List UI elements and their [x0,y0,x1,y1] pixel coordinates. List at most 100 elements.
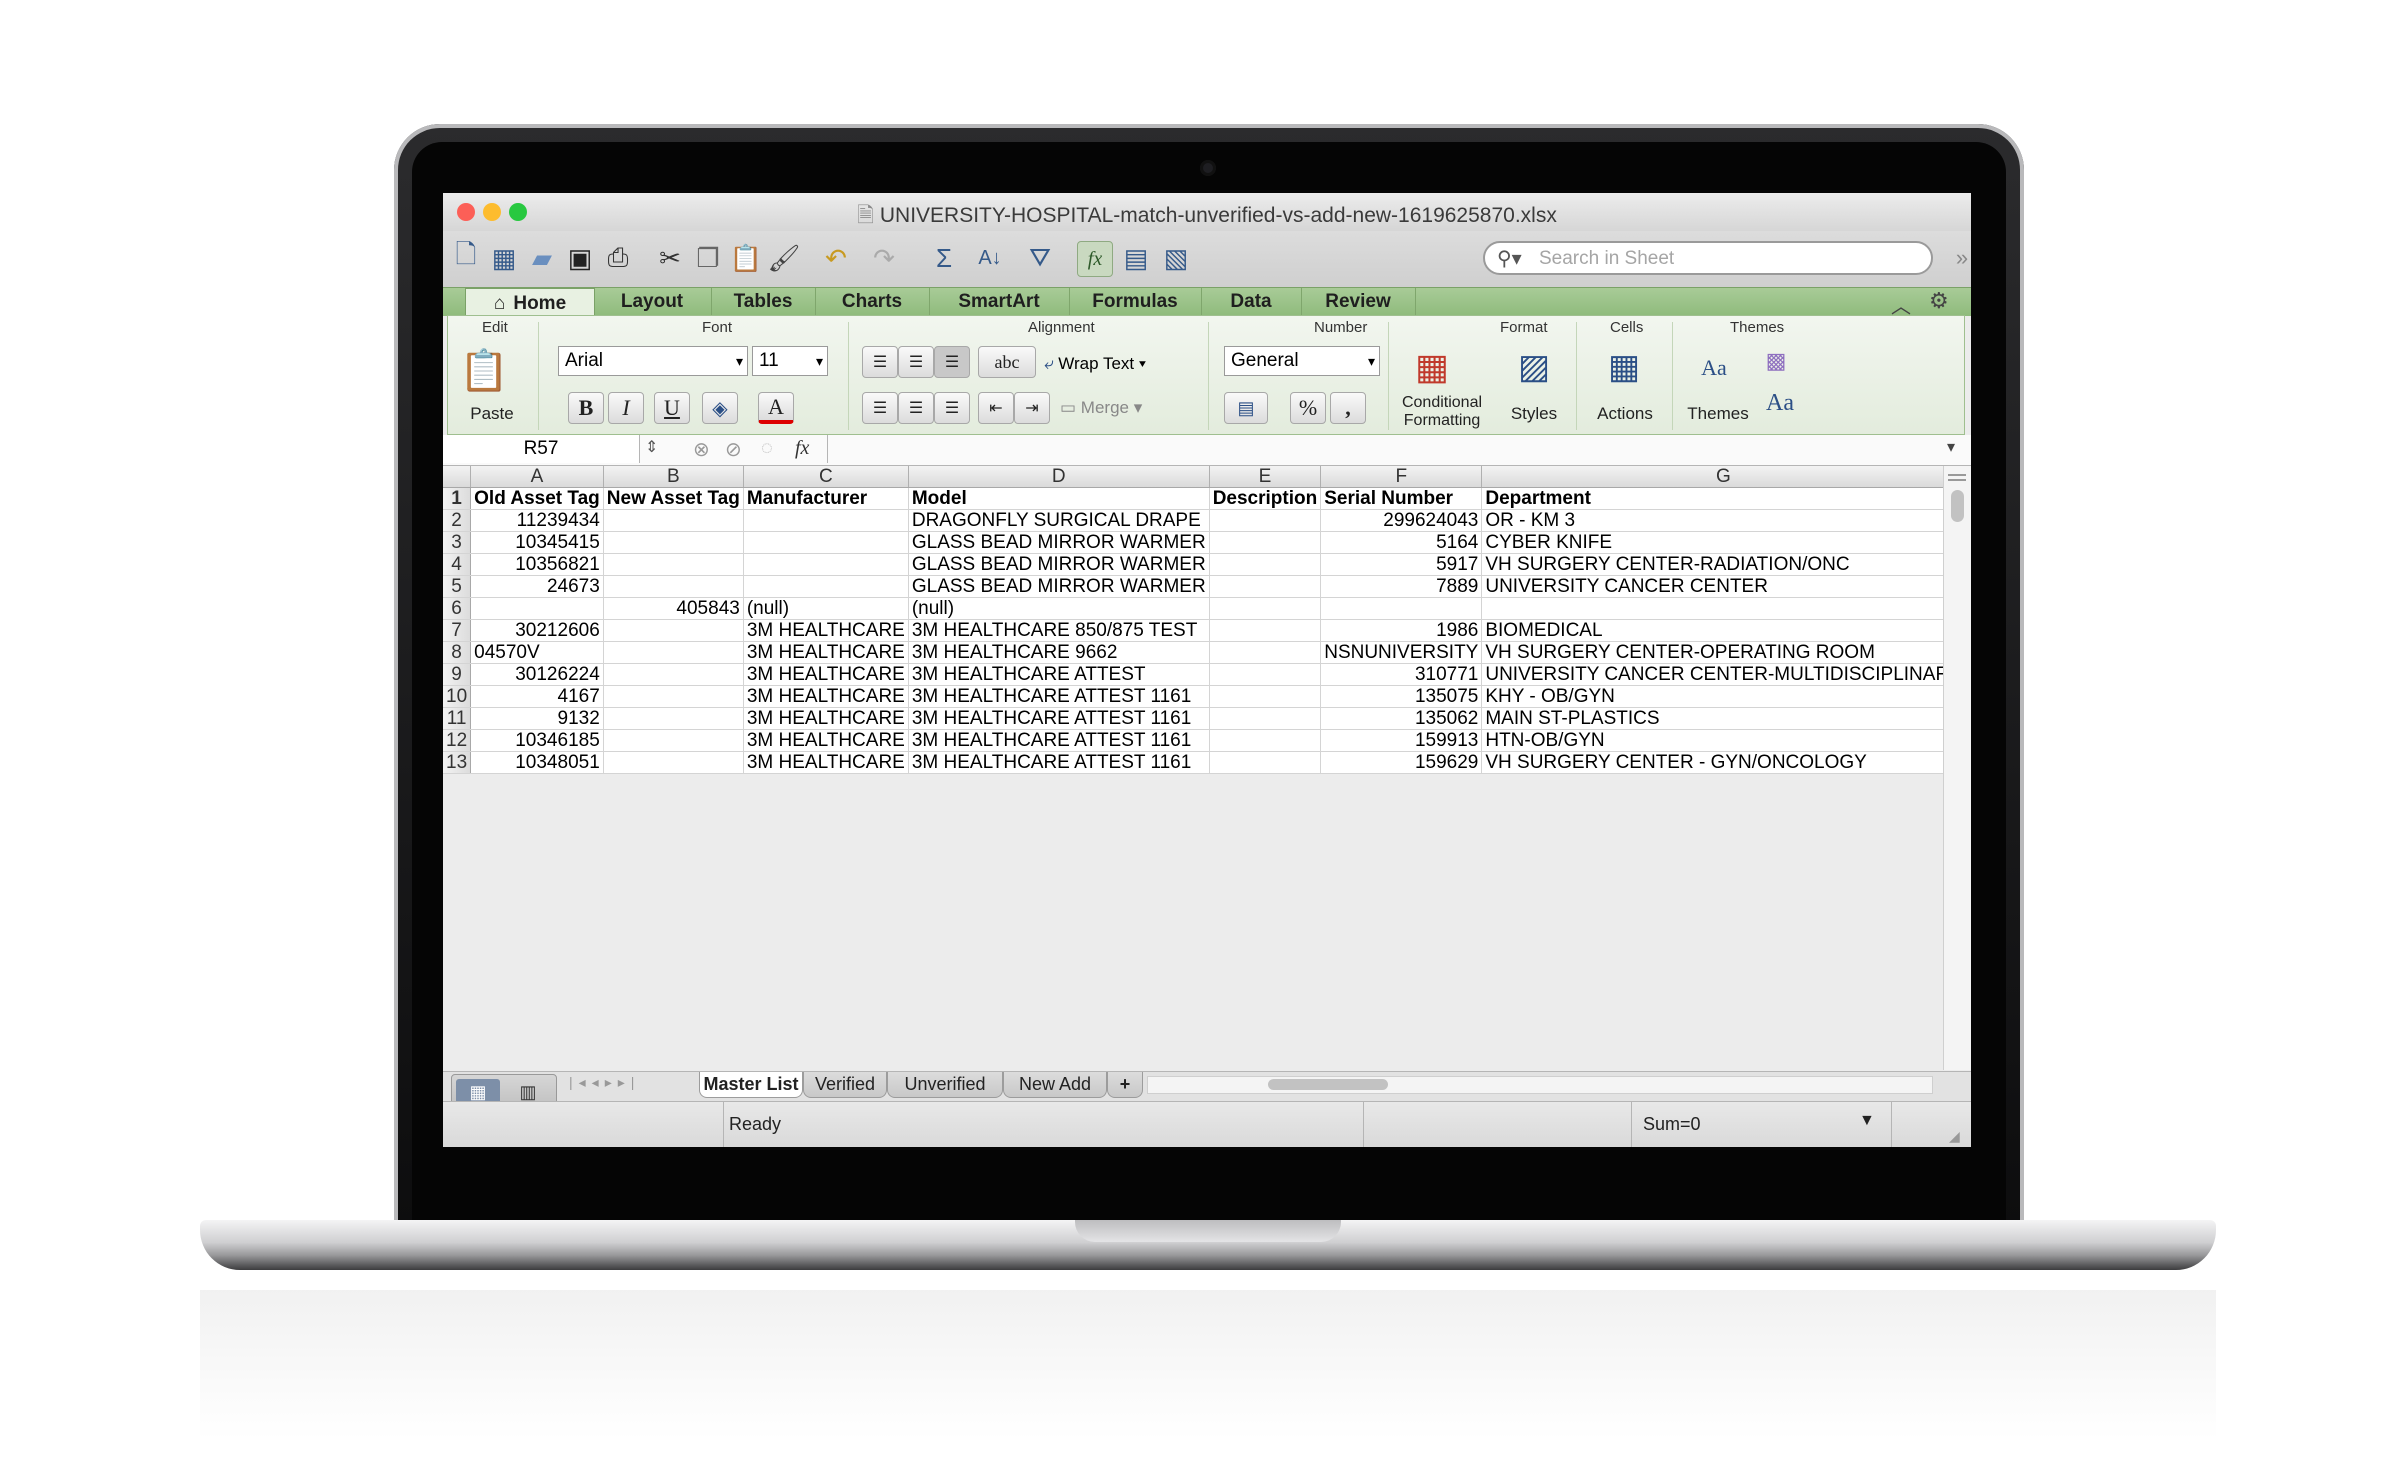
fx-icon[interactable]: fx [795,437,809,460]
cell[interactable]: VH SURGERY CENTER - GYN/ONCOLOGY [1481,751,1943,774]
cell[interactable] [1209,751,1322,774]
cell[interactable] [603,773,744,774]
cell[interactable] [1209,685,1322,708]
tab-data[interactable]: Data [1201,288,1302,316]
worksheet-table[interactable]: ABCDEFGHIJKA 1Old Asset TagNew Asset Tag… [443,466,1943,774]
cell[interactable] [1481,597,1943,620]
column-header[interactable]: B [603,466,744,488]
cell[interactable]: OR - KM 3 [1481,509,1943,532]
cell[interactable]: HTN-OB/GYN [1481,729,1943,752]
cell[interactable]: 135075 [1320,685,1483,708]
cell[interactable]: (null) [743,597,909,620]
undo-icon[interactable]: ↶ [819,241,853,275]
decrease-indent-button[interactable]: ⇤ [978,392,1014,424]
toolbox-icon[interactable]: ▧ [1159,241,1193,275]
print-icon[interactable]: ⎙ [601,241,635,275]
cell[interactable]: 3M HEALTHCARE ATTEST 1161 [908,707,1210,730]
row-header[interactable]: 14 [443,773,472,774]
tab-smartart[interactable]: SmartArt [929,288,1070,316]
cell[interactable] [1209,663,1322,686]
align-center-button[interactable]: ☰ [898,392,934,424]
cell[interactable]: 3M HEALTHCARE ATTEST 1161 [908,751,1210,774]
chevron-down-icon[interactable]: ▼ [1859,1112,1875,1130]
cell[interactable]: 3M HEALTHCARE ATTEST 1161 [908,773,1210,774]
cell[interactable]: 10356821 [470,553,604,576]
cell[interactable] [603,619,744,642]
sheet-nav-arrows-icon[interactable]: |◂◂▸▸| [569,1074,640,1091]
cell[interactable]: KHY - OB/GYN [1481,685,1943,708]
enter-icon[interactable]: ⊘ [725,437,742,462]
cell[interactable] [603,509,744,532]
font-size-select[interactable]: 11 ▾ [752,346,828,376]
cell[interactable] [1209,729,1322,752]
vertical-scrollbar[interactable] [1943,466,1971,1070]
cell[interactable]: 3M HEALTHCARE [743,729,909,752]
wrap-text-button[interactable]: ⤶ Wrap Text ▾ [1044,354,1146,374]
cell[interactable] [603,729,744,752]
cell[interactable] [603,553,744,576]
align-left-button[interactable]: ☰ [862,392,898,424]
cell[interactable]: 159629 [1320,751,1483,774]
cell[interactable]: Serial Number [1320,487,1483,510]
cell[interactable]: VH SURGERY CENTER-OPERATING ROOM [1481,641,1943,664]
autosum-icon[interactable]: Σ [927,241,961,275]
cell[interactable]: 159913 [1320,729,1483,752]
format-painter-icon[interactable]: 🖌 [767,241,801,275]
number-format-select[interactable]: General ▾ [1224,346,1380,376]
horizontal-scroll-thumb[interactable] [1268,1079,1388,1090]
filter-icon[interactable]: ⛛ [1023,241,1057,275]
comma-button[interactable]: , [1330,392,1366,424]
cell[interactable]: MAIN ST-PLASTICS [1481,707,1943,730]
tab-charts[interactable]: Charts [815,288,930,316]
cell[interactable] [470,597,604,620]
cell[interactable]: Old Asset Tag [470,487,604,510]
expand-formula-icon[interactable]: ▾ [1947,437,1955,457]
horizontal-scrollbar[interactable] [1147,1076,1933,1094]
tab-layout[interactable]: Layout [593,288,712,316]
cell[interactable] [1209,707,1322,730]
column-header[interactable]: E [1209,466,1322,488]
cell[interactable] [603,663,744,686]
function-icon[interactable]: ◌ [761,437,773,460]
italic-button[interactable]: I [608,392,644,424]
gallery-icon[interactable]: ▤ [1119,241,1153,275]
cell[interactable]: 3M HEALTHCARE ATTEST [908,663,1210,686]
cell[interactable]: CYBER KNIFE [1481,531,1943,554]
cell[interactable] [1209,619,1322,642]
cell[interactable]: Department [1481,487,1943,510]
row-header[interactable]: 4 [443,553,472,576]
vertical-scroll-thumb[interactable] [1951,490,1964,522]
cell[interactable]: 4167 [470,685,604,708]
cell[interactable]: 10346185 [470,729,604,752]
align-bottom-button[interactable]: ☰ [934,346,970,378]
redo-icon[interactable]: ↷ [867,241,901,275]
cell[interactable] [743,509,909,532]
cell[interactable]: 3M HEALTHCARE [743,751,909,774]
cell[interactable]: 7889 [1320,575,1483,598]
cell[interactable] [1209,597,1322,620]
cell[interactable]: 5917 [1320,553,1483,576]
paste-icon[interactable]: 📋 [729,241,763,275]
styles-icon[interactable]: ▨ [1508,344,1560,390]
cell[interactable]: 5164 [1320,531,1483,554]
resize-grip-icon[interactable]: ◢ [1949,1128,1960,1145]
column-header[interactable]: F [1320,466,1483,488]
cell[interactable]: BIOMEDICAL [1481,619,1943,642]
cell[interactable]: 3M HEALTHCARE [743,663,909,686]
cancel-icon[interactable]: ⊗ [693,437,710,462]
row-header[interactable]: 1 [443,487,472,510]
row-header[interactable]: 9 [443,663,472,686]
cell[interactable]: 3M HEALTHCARE [743,685,909,708]
align-right-button[interactable]: ☰ [934,392,970,424]
column-header[interactable]: C [743,466,909,488]
cell[interactable] [603,707,744,730]
cell[interactable]: 3M HEALTHCARE [743,707,909,730]
themes-icon[interactable]: Aa [1688,348,1740,388]
merge-button[interactable]: ▭ Merge ▾ [1060,398,1142,418]
row-header[interactable]: 2 [443,509,472,532]
cell[interactable]: 3M HEALTHCARE ATTEST 1161 [908,685,1210,708]
cell[interactable]: 135062 [1320,707,1483,730]
cell[interactable]: GLASS BEAD MIRROR WARMER [908,575,1210,598]
cell[interactable]: GLASS BEAD MIRROR WARMER [908,553,1210,576]
sheet-tab-unverified[interactable]: Unverified [887,1072,1003,1098]
